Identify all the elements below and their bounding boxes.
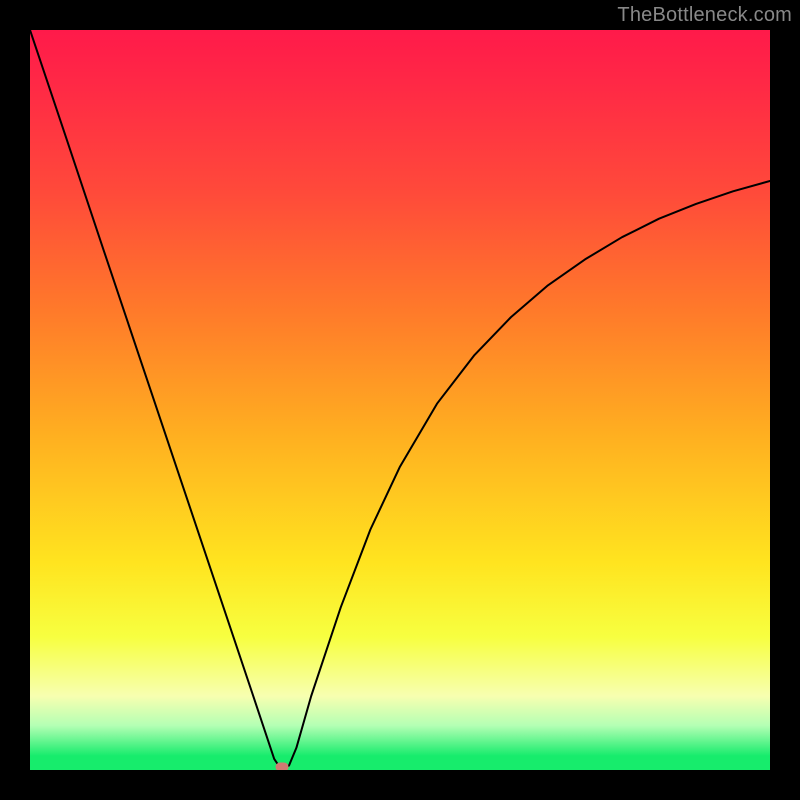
minimum-marker	[275, 763, 288, 771]
chart-frame: TheBottleneck.com	[0, 0, 800, 800]
bottleneck-curve	[30, 30, 770, 770]
plot-area	[30, 30, 770, 770]
watermark-text: TheBottleneck.com	[617, 4, 792, 27]
